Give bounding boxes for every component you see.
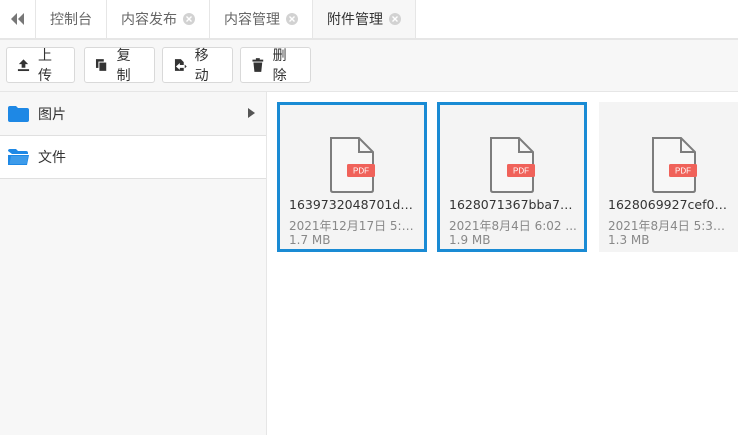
sidebar-item-label: 文件 <box>38 150 66 166</box>
file-size: 1.3 MB <box>608 233 650 247</box>
copy-button[interactable]: 复制 <box>84 47 155 84</box>
close-icon[interactable] <box>389 13 401 25</box>
pdf-file-icon: PDF <box>652 137 697 193</box>
expand-arrow-icon[interactable] <box>248 108 255 118</box>
upload-label: 上传 <box>38 48 52 84</box>
file-name: 1628071367bba7ab1... <box>449 197 578 212</box>
tab-content-manage[interactable]: 内容管理 <box>210 0 313 38</box>
tab-attachment-manage[interactable]: 附件管理 <box>313 0 416 38</box>
upload-icon <box>17 59 30 72</box>
collapse-tabs-button[interactable] <box>0 0 36 38</box>
delete-label: 删除 <box>272 48 287 84</box>
upload-button[interactable]: 上传 <box>6 47 75 84</box>
folder-sidebar: 图片 文件 <box>0 92 267 435</box>
tab-label: 附件管理 <box>327 12 383 28</box>
sidebar-item-label: 图片 <box>38 107 66 123</box>
close-icon[interactable] <box>286 13 298 25</box>
file-date: 2021年12月17日 5:0... <box>289 219 418 233</box>
double-chevron-left-icon <box>10 13 24 25</box>
tab-bar: 控制台 内容发布 内容管理 附件管理 <box>0 0 738 40</box>
file-size: 1.7 MB <box>289 233 331 247</box>
copy-icon <box>95 59 108 72</box>
pdf-file-icon: PDF <box>490 137 535 193</box>
move-button[interactable]: 移动 <box>162 47 233 84</box>
file-card[interactable]: PDF 1628069927cef0a98... 2021年8月4日 5:38 … <box>599 102 738 252</box>
move-file-icon <box>174 59 187 71</box>
folder-open-icon <box>8 149 29 165</box>
toolbar: 上传 复制 移动 删除 <box>0 40 738 92</box>
svg-text:PDF: PDF <box>353 167 369 176</box>
file-card[interactable]: PDF 1639732048701d4a7... 2021年12月17日 5:0… <box>277 102 427 252</box>
trash-icon <box>252 58 264 72</box>
copy-label: 复制 <box>116 48 131 84</box>
file-card[interactable]: PDF 1628071367bba7ab1... 2021年8月4日 6:02 … <box>437 102 587 252</box>
tab-label: 控制台 <box>50 12 92 28</box>
file-date: 2021年8月4日 5:38 ... <box>608 219 732 233</box>
tab-label: 内容管理 <box>224 12 280 28</box>
tab-label: 内容发布 <box>121 12 177 28</box>
close-icon[interactable] <box>183 13 195 25</box>
move-label: 移动 <box>194 48 209 84</box>
file-name: 1628069927cef0a98... <box>608 197 732 212</box>
svg-text:PDF: PDF <box>513 167 529 176</box>
tab-dashboard[interactable]: 控制台 <box>36 0 107 38</box>
file-size: 1.9 MB <box>449 233 491 247</box>
pdf-file-icon: PDF <box>330 137 375 193</box>
sidebar-item-files[interactable]: 文件 <box>0 135 266 179</box>
delete-button[interactable]: 删除 <box>240 47 311 84</box>
tab-content-publish[interactable]: 内容发布 <box>107 0 210 38</box>
sidebar-item-images[interactable]: 图片 <box>0 92 266 136</box>
file-name: 1639732048701d4a7... <box>289 197 418 212</box>
folder-icon <box>8 106 29 122</box>
file-date: 2021年8月4日 6:02 ... <box>449 219 577 233</box>
svg-text:PDF: PDF <box>675 167 691 176</box>
